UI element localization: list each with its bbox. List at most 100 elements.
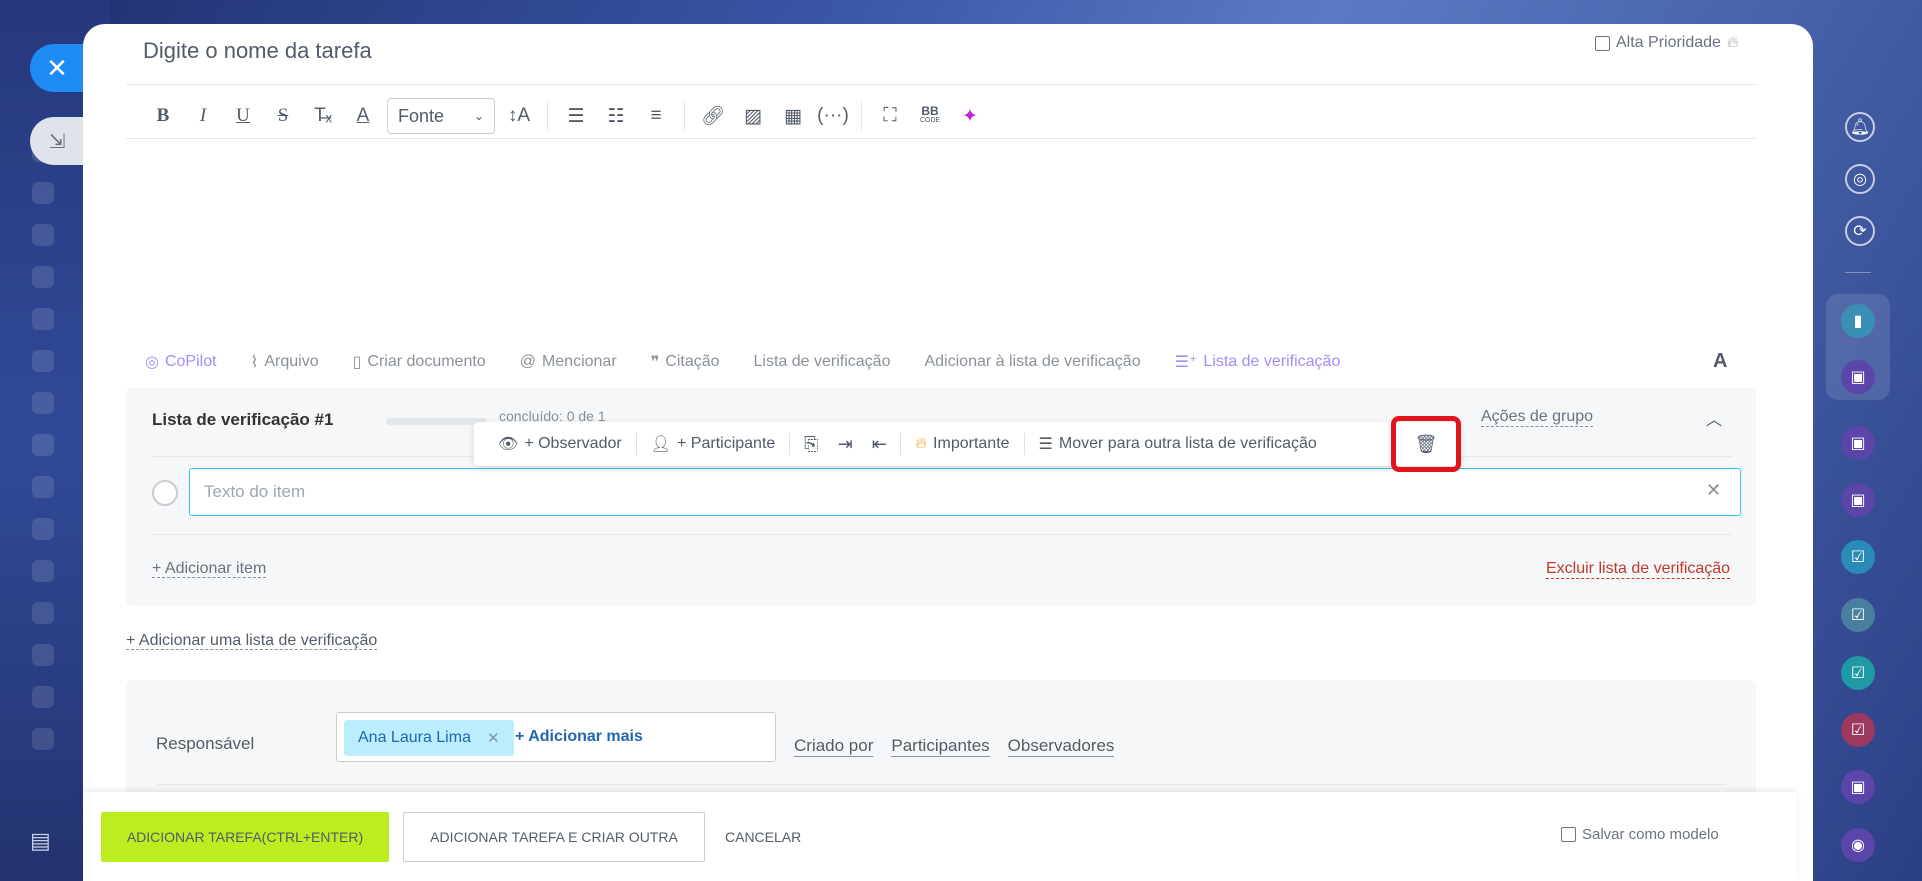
copilot-button[interactable]: ◎ CoPilot <box>145 352 217 372</box>
responsible-field[interactable]: Ana Laura Lima ✕ + Adicionar mais <box>336 712 776 762</box>
checkbox-rail-icon[interactable]: ☑ <box>1841 713 1875 747</box>
checkbox-rail-icon[interactable]: ☑ <box>1841 598 1875 632</box>
list-icon: ☰ <box>1038 436 1053 453</box>
quote-button[interactable]: ❞ Citação <box>651 352 720 372</box>
numbered-list-button[interactable]: ☰ <box>556 98 596 134</box>
people-divider <box>156 784 1726 785</box>
attach-file-icon[interactable]: ⎘ <box>794 434 828 455</box>
checklist-progress-bar <box>386 418 486 425</box>
file-label: Arquivo <box>264 353 319 370</box>
group-actions-link[interactable]: Ações de grupo <box>1481 408 1594 427</box>
checklist-active-label: Lista de verificação <box>1203 353 1341 370</box>
clear-item-icon[interactable]: ✕ <box>1706 480 1721 501</box>
add-observer-button[interactable]: 👁︎ + Observador <box>488 434 632 454</box>
bbcode-button[interactable]: BB CODE <box>910 98 950 134</box>
important-button[interactable]: 🔥︎ Importante <box>905 435 1019 453</box>
link-button[interactable]: 🔗︎ <box>693 98 733 134</box>
clear-format-button[interactable]: T̶ₓ <box>303 98 343 134</box>
close-slider-button[interactable]: ✕ <box>30 44 84 92</box>
remove-chip-icon[interactable]: ✕ <box>487 729 500 747</box>
outdent-icon[interactable]: ⇤ <box>862 434 896 455</box>
add-participant-button[interactable]: 👤︎ + Participante <box>641 434 786 454</box>
high-priority-toggle[interactable]: Alta Prioridade 🔥︎ <box>1595 34 1739 52</box>
fullscreen-button[interactable]: ⛶ <box>870 98 910 134</box>
printer-icon[interactable]: ▤ <box>30 828 51 854</box>
checklist-button[interactable]: Lista de verificação <box>754 353 891 371</box>
add-more-link[interactable]: + Adicionar mais <box>515 728 643 746</box>
bell-icon[interactable]: 🔔︎ <box>1845 112 1875 142</box>
checklist-divider <box>152 534 1732 535</box>
image-button[interactable]: ▨ <box>733 98 773 134</box>
table-button[interactable]: ▦ <box>773 98 813 134</box>
toolbar-divider <box>684 102 685 130</box>
observers-link[interactable]: Observadores <box>1007 736 1115 757</box>
bullet-list-button[interactable]: ☷ <box>596 98 636 134</box>
high-priority-checkbox[interactable] <box>1595 35 1610 51</box>
bookmark-icon[interactable]: ▮ <box>1841 304 1875 338</box>
underline-button[interactable]: U <box>223 98 263 134</box>
save-template-toggle[interactable]: Salvar como modelo <box>1561 826 1719 843</box>
file-button[interactable]: ⌇ Arquivo <box>251 352 319 372</box>
add-and-create-button[interactable]: ADICIONAR TAREFA E CRIAR OUTRA <box>403 812 705 862</box>
add-item-link[interactable]: + Adicionar item <box>152 560 267 578</box>
bold-button[interactable]: B <box>143 98 183 134</box>
toolbar-divider <box>547 102 548 130</box>
font-size-button[interactable]: ↕A <box>499 98 539 134</box>
delete-checklist-link[interactable]: Excluir lista de verificação <box>1546 560 1731 579</box>
copilot-rail-icon[interactable]: ◉ <box>1841 828 1875 862</box>
add-task-button[interactable]: ADICIONAR TAREFA(CTRL+ENTER) <box>101 812 389 862</box>
important-label: Importante <box>933 435 1010 452</box>
checklist-active-button[interactable]: ☰⁺ Lista de verificação <box>1175 352 1341 372</box>
close-icon: ✕ <box>46 52 68 83</box>
minimize-slider-button[interactable]: ⇲ <box>30 117 84 165</box>
create-doc-button[interactable]: ▯ Criar documento <box>353 352 486 372</box>
indent-icon[interactable]: ⇥ <box>828 434 862 455</box>
checkbox-rail-icon[interactable]: ☑ <box>1841 540 1875 574</box>
code-button[interactable]: (···) <box>813 98 853 134</box>
bullet-list-icon: ☷ <box>607 105 625 127</box>
task-title-input[interactable] <box>141 30 1245 72</box>
add-to-checklist-button[interactable]: Adicionar à lista de verificação <box>924 353 1140 371</box>
flame-icon: 🔥︎ <box>915 435 928 452</box>
align-left-icon: ≡ <box>650 105 662 126</box>
copilot-icon: ◎ <box>145 354 159 371</box>
cancel-button[interactable]: CANCELAR <box>719 812 807 862</box>
task-rail-icon[interactable]: ▣ <box>1841 360 1875 394</box>
font-select-value: Fonte <box>398 105 445 126</box>
copilot-label: CoPilot <box>164 353 217 370</box>
create-doc-label: Criar documento <box>367 353 486 370</box>
strikethrough-button[interactable]: S <box>263 98 303 134</box>
add-item-label: + Adicionar item <box>152 560 267 578</box>
sync-icon[interactable]: ⟳ <box>1845 216 1875 246</box>
align-button[interactable]: ≡ <box>636 98 676 134</box>
checklist-item-checkbox[interactable] <box>152 480 178 506</box>
font-select[interactable]: Fonte ⌄ <box>387 98 495 134</box>
font-color-button[interactable]: A <box>343 98 383 134</box>
save-template-checkbox[interactable] <box>1561 827 1576 842</box>
editor-actions-bar: ◎ CoPilot ⌇ Arquivo ▯ Criar documento @ Menc… <box>145 352 1374 372</box>
item-toolbar-divider <box>1023 433 1025 455</box>
editor-body[interactable] <box>126 140 1756 330</box>
checkbox-rail-icon[interactable]: ☑ <box>1841 656 1875 690</box>
task-rail-icon[interactable]: ▣ <box>1841 483 1875 517</box>
move-to-list-button[interactable]: ☰ Mover para outra lista de verificação <box>1029 434 1327 454</box>
italic-button[interactable]: I <box>183 98 223 134</box>
mention-button[interactable]: @ Mencionar <box>520 353 617 371</box>
responsible-label: Responsável <box>156 734 255 753</box>
task-rail-icon[interactable]: ▣ <box>1841 426 1875 460</box>
created-by-link[interactable]: Criado por <box>794 736 874 757</box>
rail-divider <box>1845 272 1871 273</box>
chevron-up-icon[interactable]: ︿ <box>1706 406 1722 430</box>
text-format-toggle[interactable]: A <box>1713 350 1727 373</box>
task-rail-icon[interactable]: ▣ <box>1841 770 1875 804</box>
title-divider <box>126 84 1756 85</box>
delete-item-highlight: 🗑︎ <box>1391 416 1461 472</box>
participants-link[interactable]: Participantes <box>891 736 990 757</box>
code-icon: (···) <box>817 105 849 126</box>
ai-image-button[interactable]: ✦ <box>950 98 990 134</box>
checklist-item-input[interactable] <box>189 468 1741 516</box>
trash-icon[interactable]: 🗑︎ <box>1415 434 1438 455</box>
copilot-rail-icon[interactable]: ◎ <box>1845 164 1875 194</box>
add-checklist-link[interactable]: + Adicionar uma lista de verificação <box>126 632 378 650</box>
responsible-chip[interactable]: Ana Laura Lima ✕ <box>344 720 514 756</box>
